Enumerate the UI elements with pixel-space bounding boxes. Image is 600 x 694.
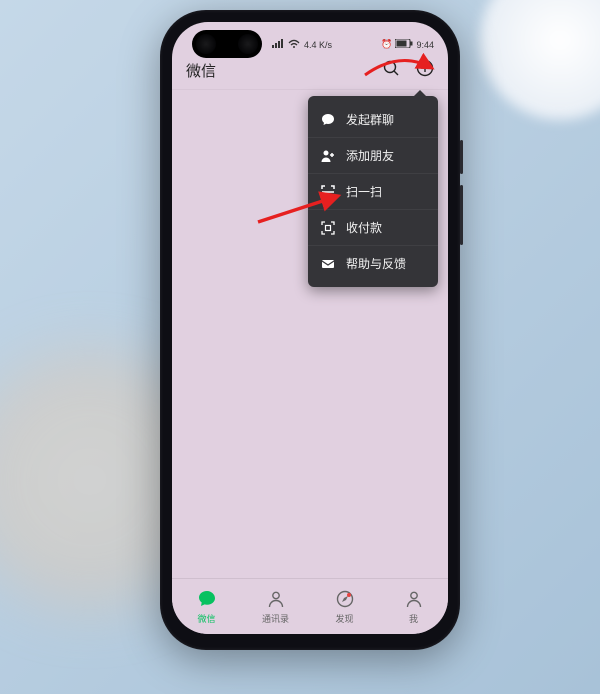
me-icon (403, 588, 425, 610)
menu-label: 扫一扫 (346, 183, 382, 200)
person-plus-icon (320, 148, 336, 164)
camera-cutout (192, 30, 262, 58)
clock: 9:44 (416, 40, 434, 50)
menu-label: 帮助与反馈 (346, 255, 406, 272)
menu-label: 收付款 (346, 219, 382, 236)
qr-pay-icon (320, 220, 336, 236)
chat-list-area: 发起群聊 添加朋友 扫一扫 (172, 90, 448, 578)
plus-icon[interactable] (416, 59, 434, 82)
wifi-icon (288, 39, 300, 50)
menu-scan[interactable]: 扫一扫 (308, 174, 438, 210)
menu-add-friend[interactable]: 添加朋友 (308, 138, 438, 174)
chat-icon (196, 588, 218, 610)
contacts-icon (265, 588, 287, 610)
bottom-tabbar: 微信 通讯录 发现 我 (172, 578, 448, 634)
tab-me[interactable]: 我 (379, 579, 448, 634)
discover-icon (334, 588, 356, 610)
signal-icon (272, 39, 284, 50)
menu-label: 发起群聊 (346, 111, 394, 128)
mail-icon (320, 256, 336, 272)
net-speed: 4.4 K/s (304, 40, 332, 50)
tab-wechat[interactable]: 微信 (172, 579, 241, 634)
phone-frame: 4.4 K/s ⏰ 9:44 微信 (160, 10, 460, 650)
tab-label: 发现 (335, 612, 353, 625)
battery-icon (395, 39, 413, 50)
plus-dropdown: 发起群聊 添加朋友 扫一扫 (308, 96, 438, 287)
menu-feedback[interactable]: 帮助与反馈 (308, 246, 438, 281)
chat-bubble-icon (320, 112, 336, 128)
tab-label: 微信 (197, 612, 215, 625)
search-icon[interactable] (382, 59, 400, 82)
menu-label: 添加朋友 (346, 147, 394, 164)
menu-new-group-chat[interactable]: 发起群聊 (308, 102, 438, 138)
menu-pay[interactable]: 收付款 (308, 210, 438, 246)
alarm-icon: ⏰ (381, 39, 392, 50)
scan-icon (320, 184, 336, 200)
tab-label: 我 (409, 612, 418, 625)
tab-label: 通讯录 (262, 612, 289, 625)
tab-discover[interactable]: 发现 (310, 579, 379, 634)
page-title: 微信 (186, 60, 216, 81)
tab-contacts[interactable]: 通讯录 (241, 579, 310, 634)
